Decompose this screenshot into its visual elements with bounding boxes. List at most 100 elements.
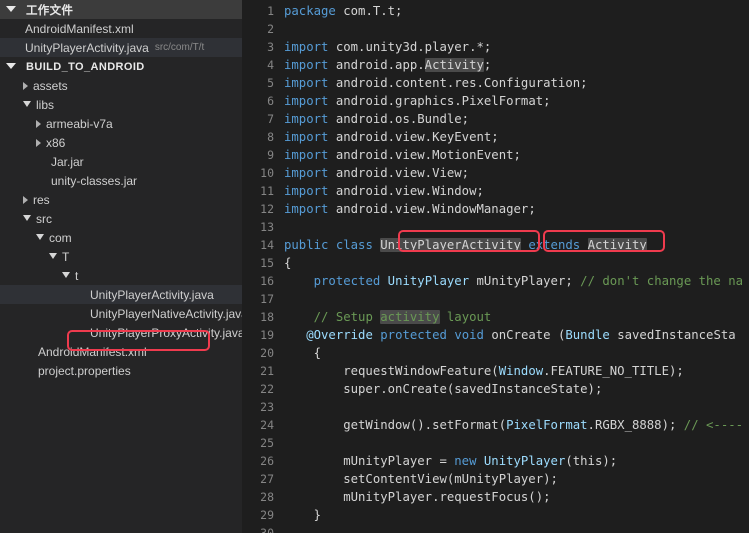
tree-item-res[interactable]: res <box>0 190 242 209</box>
code-line[interactable]: super.onCreate(savedInstanceState); <box>284 380 749 398</box>
triangle-right-icon[interactable] <box>23 81 28 90</box>
tree-item-t[interactable]: T <box>0 247 242 266</box>
code-token: android.app. <box>335 58 425 72</box>
code-line[interactable]: requestWindowFeature(Window.FEATURE_NO_T… <box>284 362 749 380</box>
code-token: protected <box>380 328 455 342</box>
code-line[interactable]: import android.view.WindowManager; <box>284 200 749 218</box>
code-editor-window: 工作文件 AndroidManifest.xml UnityPlayerActi… <box>0 0 749 533</box>
open-file-androidmanifest[interactable]: AndroidManifest.xml <box>0 19 242 38</box>
tree-item-label: Jar.jar <box>51 154 84 169</box>
tree-item-label: t <box>75 268 79 283</box>
code-token: // don't change the na <box>580 274 744 288</box>
code-token: super.onCreate(savedInstanceState); <box>284 382 603 396</box>
triangle-down-icon[interactable] <box>23 214 31 221</box>
triangle-down-icon[interactable] <box>6 62 16 69</box>
code-line[interactable]: import android.view.KeyEvent; <box>284 128 749 146</box>
code-token: Activity <box>424 58 484 72</box>
code-line[interactable]: import android.view.MotionEvent; <box>284 146 749 164</box>
code-lines[interactable]: package com.T.t; import com.unity3d.play… <box>284 2 749 533</box>
sidebar-header-open-editors[interactable]: 工作文件 <box>0 0 242 19</box>
code-line[interactable]: import android.view.Window; <box>284 182 749 200</box>
line-number: 5 <box>267 76 274 90</box>
code-token: android.view.KeyEvent; <box>335 130 499 144</box>
line-number: 14 <box>260 238 274 252</box>
code-token: com.T.t; <box>343 4 403 18</box>
code-line[interactable] <box>284 434 749 452</box>
tree-item-label: com <box>49 230 72 245</box>
code-token: { <box>284 346 322 360</box>
triangle-right-icon[interactable] <box>36 119 41 128</box>
code-line[interactable]: mUnityPlayer.requestFocus(); <box>284 488 749 506</box>
line-number: 23 <box>260 400 274 414</box>
tree-item-com[interactable]: com <box>0 228 242 247</box>
code-editor-pane[interactable]: 1 2 3 4 5 6 7 8 9 10 11 12 13 14 15 16 17 18 19 20 21 22 23 24 2… <box>242 0 749 533</box>
tree-item-project-properties[interactable]: project.properties <box>0 361 242 380</box>
code-line[interactable]: @Override protected void onCreate (Bundl… <box>284 326 749 344</box>
tree-item-androidmanifest-xml[interactable]: AndroidManifest.xml <box>0 342 242 361</box>
triangle-down-icon[interactable] <box>49 252 57 259</box>
line-number: 25 <box>260 436 274 450</box>
code-line[interactable]: } <box>284 506 749 524</box>
code-token: layout <box>439 310 492 324</box>
code-line[interactable] <box>284 398 749 416</box>
line-number: 29 <box>260 508 274 522</box>
code-line[interactable]: import android.view.View; <box>284 164 749 182</box>
triangle-down-icon[interactable] <box>62 271 70 278</box>
tree-item-unityplayerproxyactivity-java[interactable]: UnityPlayerProxyActivity.java <box>0 323 242 342</box>
sidebar-section-project[interactable]: BUILD_TO_ANDROID <box>0 57 242 76</box>
code-token: mUnityPlayer.requestFocus(); <box>284 490 551 504</box>
code-line[interactable]: mUnityPlayer = new UnityPlayer(this); <box>284 452 749 470</box>
code-token: android.view.MotionEvent; <box>335 148 521 162</box>
tree-item-x86[interactable]: x86 <box>0 133 242 152</box>
line-number: 27 <box>260 472 274 486</box>
project-name-label: BUILD_TO_ANDROID <box>26 60 145 73</box>
code-line[interactable] <box>284 218 749 236</box>
code-line[interactable]: { <box>284 254 749 272</box>
open-file-label: AndroidManifest.xml <box>25 21 134 36</box>
triangle-down-icon[interactable] <box>36 233 44 240</box>
tree-item-assets[interactable]: assets <box>0 76 242 95</box>
code-line[interactable]: public class UnityPlayerActivity extends… <box>284 236 749 254</box>
code-line[interactable] <box>284 20 749 38</box>
tree-item-armeabi-v7a[interactable]: armeabi-v7a <box>0 114 242 133</box>
code-line[interactable]: import android.graphics.PixelFormat; <box>284 92 749 110</box>
code-line[interactable]: { <box>284 344 749 362</box>
code-token: com.unity3d.player.*; <box>335 40 492 54</box>
line-number: 28 <box>260 490 274 504</box>
code-line[interactable] <box>284 524 749 533</box>
code-token: Activity <box>587 238 647 252</box>
triangle-right-icon[interactable] <box>36 138 41 147</box>
open-file-unityplayeractivity[interactable]: UnityPlayerActivity.java src/com/T/t <box>0 38 242 57</box>
code-token: package <box>284 4 344 18</box>
line-number: 3 <box>267 40 274 54</box>
line-number: 4 <box>267 58 274 72</box>
code-line[interactable]: import android.content.res.Configuration… <box>284 74 749 92</box>
tree-item-src[interactable]: src <box>0 209 242 228</box>
tree-item-t[interactable]: t <box>0 266 242 285</box>
tree-item-libs[interactable]: libs <box>0 95 242 114</box>
tree-item-unityplayeractivity-java[interactable]: UnityPlayerActivity.java <box>0 285 242 304</box>
code-token: import <box>284 166 336 180</box>
tree-item-unity-classes-jar[interactable]: unity-classes.jar <box>0 171 242 190</box>
code-token: protected <box>313 274 388 288</box>
code-token: android.view.WindowManager; <box>335 202 536 216</box>
code-line[interactable]: package com.T.t; <box>284 2 749 20</box>
tree-item-unityplayernativeactivity-java[interactable]: UnityPlayerNativeActivity.java <box>0 304 242 323</box>
line-number: 18 <box>260 310 274 324</box>
triangle-down-icon[interactable] <box>6 5 16 12</box>
code-line[interactable]: setContentView(mUnityPlayer); <box>284 470 749 488</box>
code-token: import <box>284 148 336 162</box>
tree-item-label: project.properties <box>38 363 131 378</box>
code-line[interactable]: import android.app.Activity; <box>284 56 749 74</box>
code-line[interactable]: import android.os.Bundle; <box>284 110 749 128</box>
code-line[interactable] <box>284 290 749 308</box>
code-line[interactable]: getWindow().setFormat(PixelFormat.RGBX_8… <box>284 416 749 434</box>
triangle-down-icon[interactable] <box>23 100 31 107</box>
code-line[interactable]: protected UnityPlayer mUnityPlayer; // d… <box>284 272 749 290</box>
code-line[interactable]: import com.unity3d.player.*; <box>284 38 749 56</box>
code-line[interactable]: // Setup activity layout <box>284 308 749 326</box>
line-number: 16 <box>260 274 274 288</box>
tree-item-jar-jar[interactable]: Jar.jar <box>0 152 242 171</box>
triangle-right-icon[interactable] <box>23 195 28 204</box>
